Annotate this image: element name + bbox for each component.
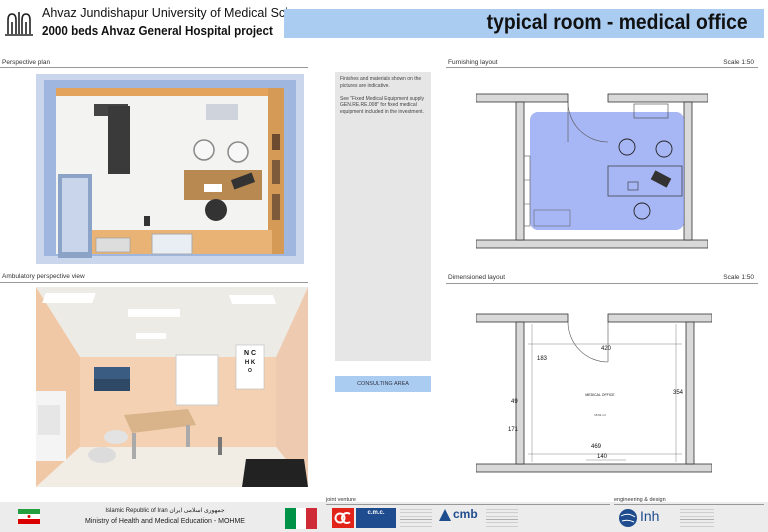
dimension-left-mid: 49 <box>511 399 518 405</box>
furnishing-scale: Scale 1:50 <box>723 59 754 66</box>
dimensioned-layout-label: Dimensioned layout <box>448 274 506 281</box>
ambulatory-view-label: Ambulatory perspective view <box>2 273 85 280</box>
dimensioned-plan-drawing: 420 183 49 171 354 469 140 MEDICAL OFFIC… <box>476 313 712 473</box>
dimension-bottom: 469 <box>591 444 602 450</box>
joint-venture-label: joint venture <box>326 497 356 503</box>
oc-logo-icon <box>332 508 354 528</box>
ministry-line-1: Islamic Republic of Iran جمهوری اسلامی ا… <box>105 508 225 514</box>
divider <box>614 504 764 505</box>
cmb-triangle-icon <box>439 509 451 521</box>
ministry-line-2: Ministry of Health and Medical Education… <box>85 518 245 525</box>
notes-panel: Finishes and materials shown on the pict… <box>335 72 431 361</box>
consulting-area-legend: CONSULTING AREA <box>335 376 431 392</box>
perspective-plan-render <box>36 74 304 264</box>
inh-address <box>680 509 714 527</box>
eye-chart-line-3: O <box>248 368 252 374</box>
dimensioned-scale: Scale 1:50 <box>723 274 754 281</box>
ambulatory-perspective-render: N C H K O <box>36 287 308 487</box>
cmc-logo-text: c.m.c. <box>367 510 385 516</box>
cmc-logo: c.m.c. <box>356 508 396 528</box>
dimension-top: 420 <box>601 346 612 352</box>
notes-finishes: Finishes and materials shown on the pict… <box>340 76 422 89</box>
furnishing-plan-drawing <box>476 93 708 249</box>
room-name: MEDICAL OFFICE <box>585 393 615 397</box>
divider <box>446 67 758 68</box>
engineering-design-label: engineering & design <box>614 497 666 503</box>
divider <box>326 504 610 505</box>
eye-chart-line-1: N C <box>244 350 256 357</box>
dimension-door: 140 <box>597 454 608 460</box>
inh-globe-icon <box>619 509 637 527</box>
cmb-logo-text: cmb <box>453 507 478 521</box>
eye-chart-line-2: H K <box>245 360 256 366</box>
room-area: 15.61 m² <box>594 413 606 417</box>
dimension-left-lower: 171 <box>508 427 519 433</box>
dimension-left-upper: 183 <box>537 356 548 362</box>
university-name: Ahvaz Jundishapur University of Medical … <box>42 6 322 20</box>
title-banner: typical room - medical office <box>284 9 764 38</box>
notes-equipment: See "Fixed Medical Equipment supply GEN.… <box>340 95 425 116</box>
university-logo-icon <box>5 12 33 36</box>
cmc-address <box>400 509 432 527</box>
divider <box>0 282 308 283</box>
italy-flag-icon <box>285 508 317 529</box>
dimension-right: 354 <box>673 390 684 396</box>
divider <box>446 283 758 284</box>
page-title: typical room - medical office <box>487 11 748 34</box>
cmb-address <box>486 509 518 527</box>
iran-flag-icon <box>18 509 40 524</box>
inh-logo-text: Inh <box>640 508 660 524</box>
divider <box>0 67 308 68</box>
furnishing-layout-label: Furnishing layout <box>448 59 498 66</box>
project-name: 2000 beds Ahvaz General Hospital project <box>42 24 273 38</box>
perspective-plan-label: Perspective plan <box>2 59 51 66</box>
